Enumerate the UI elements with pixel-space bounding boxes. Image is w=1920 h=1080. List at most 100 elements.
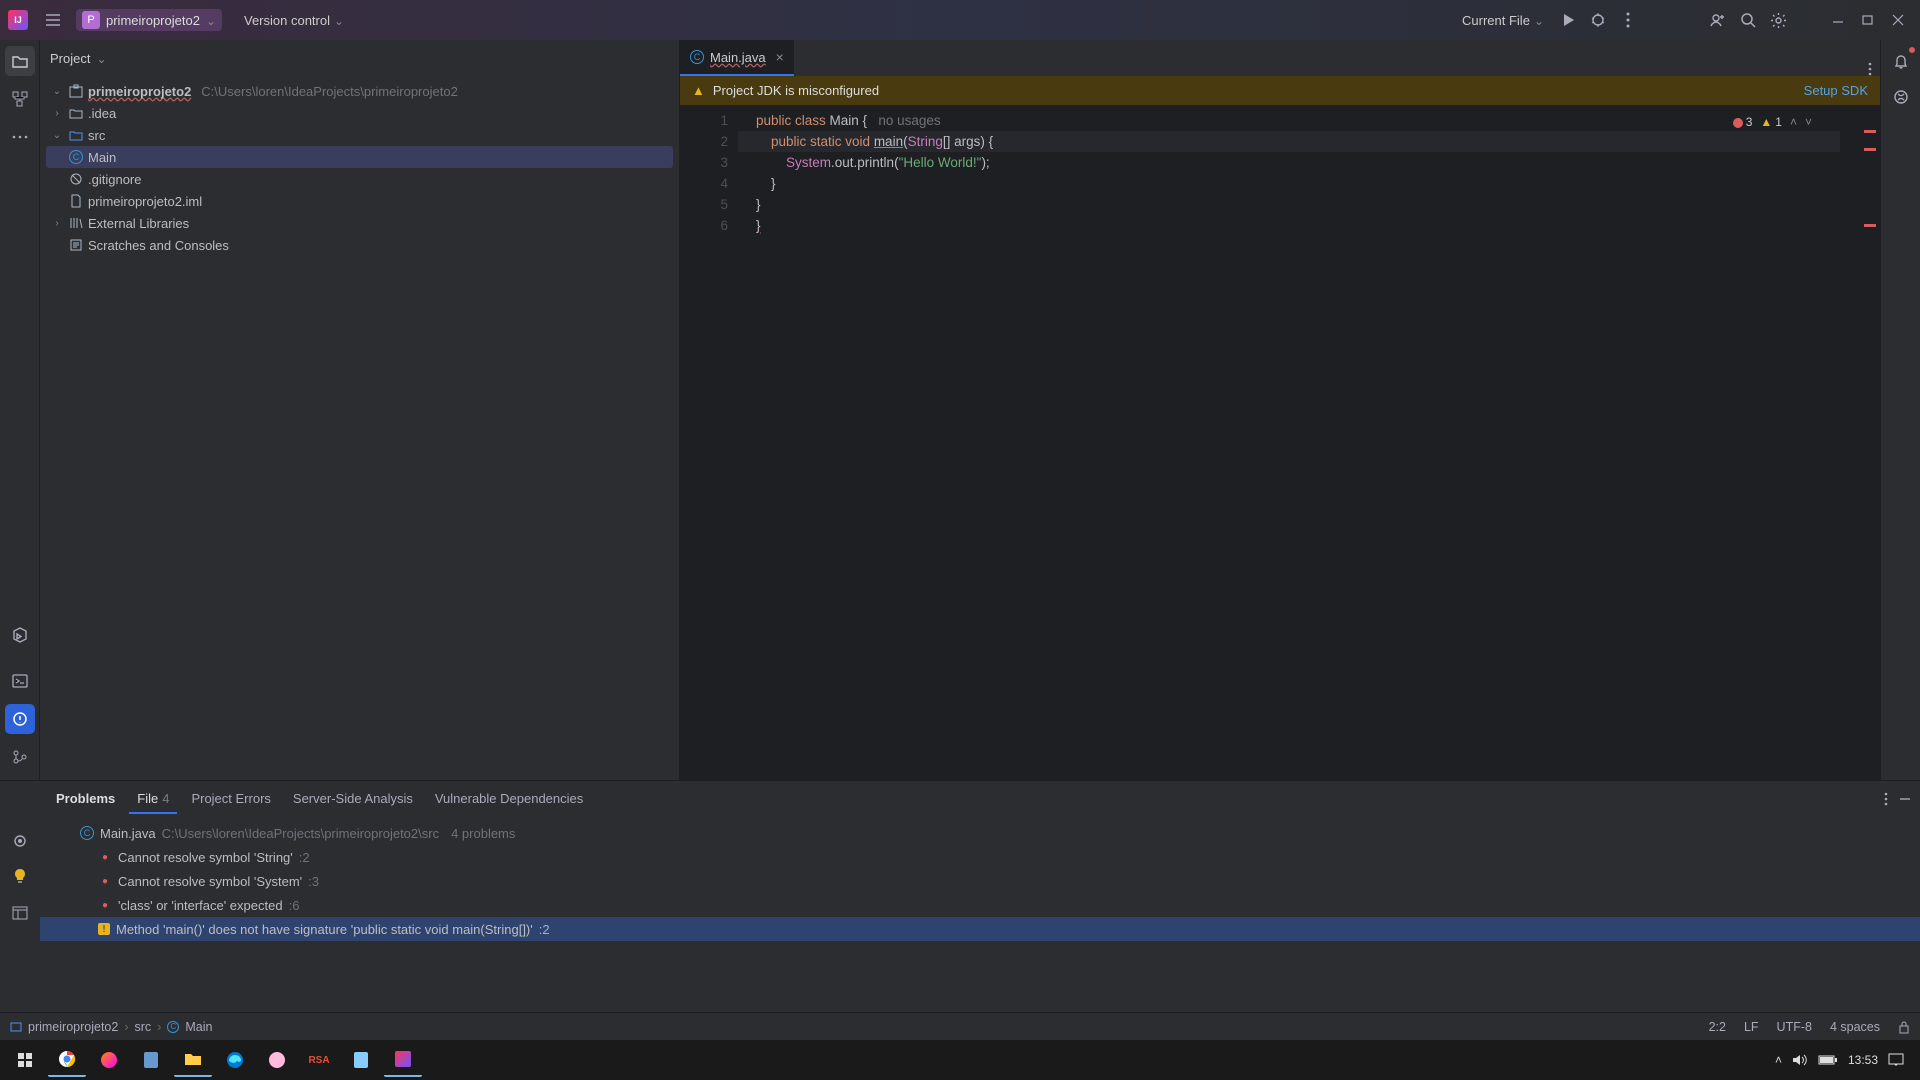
chrome-taskbar-icon[interactable] bbox=[48, 1043, 86, 1077]
file-icon bbox=[68, 193, 84, 209]
line-num: 6 bbox=[680, 215, 728, 236]
app-taskbar-icon[interactable] bbox=[258, 1043, 296, 1077]
edge-taskbar-icon[interactable] bbox=[216, 1043, 254, 1077]
project-name-label: primeiroprojeto2 bbox=[106, 13, 200, 28]
error-marker[interactable] bbox=[1864, 224, 1876, 227]
usage-hint: no usages bbox=[878, 113, 940, 128]
problem-item[interactable]: ! Method 'main()' does not have signatur… bbox=[40, 917, 1920, 941]
tabs-more-button[interactable] bbox=[1868, 62, 1872, 76]
main-menu-button[interactable] bbox=[40, 7, 66, 33]
current-file-label: Current File bbox=[1462, 13, 1530, 28]
app-taskbar-icon[interactable] bbox=[132, 1043, 170, 1077]
module-icon bbox=[10, 1021, 22, 1033]
project-tool-button[interactable] bbox=[5, 46, 35, 76]
more-actions-button[interactable] bbox=[1614, 6, 1642, 34]
start-button[interactable] bbox=[6, 1043, 44, 1077]
ai-assistant-button[interactable] bbox=[1886, 82, 1916, 112]
explorer-taskbar-icon[interactable] bbox=[174, 1043, 212, 1077]
tree-idea[interactable]: › .idea bbox=[46, 102, 673, 124]
setup-sdk-link[interactable]: Setup SDK bbox=[1804, 83, 1868, 98]
caret-position[interactable]: 2:2 bbox=[1709, 1020, 1726, 1034]
line-num: 2 bbox=[680, 131, 728, 152]
tree-external[interactable]: › External Libraries bbox=[46, 212, 673, 234]
terminal-tool-button[interactable] bbox=[5, 666, 35, 696]
problems-panel: Problems File4 Project Errors Server-Sid… bbox=[0, 780, 1920, 1012]
tree-scratches[interactable]: Scratches and Consoles bbox=[46, 234, 673, 256]
error-marker[interactable] bbox=[1864, 148, 1876, 151]
error-marker[interactable] bbox=[1864, 130, 1876, 133]
tree-iml[interactable]: primeiroprojeto2.iml bbox=[46, 190, 673, 212]
action-center-icon[interactable] bbox=[1888, 1053, 1904, 1067]
breadcrumb-item[interactable]: primeiroprojeto2 bbox=[28, 1020, 118, 1034]
search-button[interactable] bbox=[1734, 6, 1762, 34]
encoding[interactable]: UTF-8 bbox=[1777, 1020, 1812, 1034]
problem-loc: :3 bbox=[308, 874, 319, 889]
tree-main[interactable]: C Main bbox=[46, 146, 673, 168]
tree-gitignore[interactable]: .gitignore bbox=[46, 168, 673, 190]
problems-tool-button[interactable] bbox=[5, 704, 35, 734]
tab-main-java[interactable]: C Main.java × bbox=[680, 40, 794, 76]
tab-vulnerable-deps[interactable]: Vulnerable Dependencies bbox=[427, 785, 591, 814]
maximize-button[interactable] bbox=[1854, 6, 1882, 34]
code-content[interactable]: 3 ▲1 ˄ ˅ public class Main { no usages p… bbox=[738, 106, 1840, 780]
app-taskbar-icon[interactable] bbox=[90, 1043, 128, 1077]
error-stripe[interactable] bbox=[1840, 106, 1880, 780]
problem-item[interactable]: ● Cannot resolve symbol 'System' :3 bbox=[40, 869, 1920, 893]
minimize-button[interactable] bbox=[1824, 6, 1852, 34]
app-taskbar-icon[interactable]: RSA bbox=[300, 1043, 338, 1077]
indent-info[interactable]: 4 spaces bbox=[1830, 1020, 1880, 1034]
problem-text: Method 'main()' does not have signature … bbox=[116, 922, 533, 937]
version-control-menu[interactable]: Version control bbox=[236, 9, 352, 32]
problems-body: Problems File4 Project Errors Server-Sid… bbox=[40, 781, 1920, 1012]
tab-file[interactable]: File4 bbox=[129, 785, 177, 814]
git-tool-button[interactable] bbox=[5, 742, 35, 772]
error-icon: ● bbox=[98, 850, 112, 864]
tab-server-analysis[interactable]: Server-Side Analysis bbox=[285, 785, 421, 814]
run-button[interactable] bbox=[1554, 6, 1582, 34]
expand-icon[interactable]: › bbox=[50, 218, 64, 229]
tray-expand-icon[interactable]: ˄ bbox=[1775, 1053, 1782, 1067]
settings-button[interactable] bbox=[1764, 6, 1792, 34]
close-button[interactable] bbox=[1884, 6, 1912, 34]
breadcrumb-item[interactable]: Main bbox=[185, 1020, 212, 1034]
expand-icon[interactable]: ⌄ bbox=[50, 130, 64, 141]
view-options-button[interactable] bbox=[6, 827, 34, 855]
more-tools-button[interactable] bbox=[5, 122, 35, 152]
project-letter-icon: P bbox=[82, 11, 100, 29]
problem-file-name: Main.java bbox=[100, 826, 156, 841]
folder-icon bbox=[68, 105, 84, 121]
open-editor-button[interactable] bbox=[6, 899, 34, 927]
battery-icon[interactable] bbox=[1818, 1054, 1838, 1066]
tab-project-errors[interactable]: Project Errors bbox=[183, 785, 278, 814]
app-taskbar-icon[interactable] bbox=[342, 1043, 380, 1077]
problem-file-header[interactable]: C Main.java C:\Users\loren\IdeaProjects\… bbox=[40, 821, 1920, 845]
idea-label: .idea bbox=[88, 106, 116, 121]
problem-item[interactable]: ● 'class' or 'interface' expected :6 bbox=[40, 893, 1920, 917]
readonly-toggle[interactable] bbox=[1898, 1020, 1910, 1034]
root-name: primeiroprojeto2 bbox=[88, 84, 191, 99]
project-panel-header[interactable]: Project bbox=[40, 40, 679, 76]
tab-close-button[interactable]: × bbox=[776, 49, 784, 65]
warning-icon: ▲ bbox=[692, 83, 705, 98]
problem-item[interactable]: ● Cannot resolve symbol 'String' :2 bbox=[40, 845, 1920, 869]
debug-button[interactable] bbox=[1584, 6, 1612, 34]
line-separator[interactable]: LF bbox=[1744, 1020, 1759, 1034]
project-selector[interactable]: P primeiroprojeto2 bbox=[76, 9, 222, 31]
tree-src[interactable]: ⌄ src bbox=[46, 124, 673, 146]
panel-options-button[interactable] bbox=[1884, 792, 1888, 806]
intention-button[interactable] bbox=[6, 863, 34, 891]
services-tool-button[interactable] bbox=[5, 620, 35, 650]
intellij-taskbar-icon[interactable] bbox=[384, 1043, 422, 1077]
code-with-me-button[interactable] bbox=[1704, 6, 1732, 34]
notifications-button[interactable] bbox=[1886, 46, 1916, 76]
structure-tool-button[interactable] bbox=[5, 84, 35, 114]
tree-root[interactable]: ⌄ primeiroprojeto2 C:\Users\loren\IdeaPr… bbox=[46, 80, 673, 102]
clock[interactable]: 13:53 bbox=[1848, 1053, 1878, 1067]
run-config-selector[interactable]: Current File bbox=[1454, 9, 1552, 32]
breadcrumb-item[interactable]: src bbox=[135, 1020, 152, 1034]
expand-icon[interactable]: ⌄ bbox=[50, 86, 64, 97]
hide-panel-button[interactable] bbox=[1898, 792, 1912, 806]
code-editor[interactable]: 1 2 3 4 5 6 3 ▲1 ˄ ˅ public class Main {… bbox=[680, 106, 1880, 780]
sound-icon[interactable] bbox=[1792, 1053, 1808, 1067]
expand-icon[interactable]: › bbox=[50, 108, 64, 119]
